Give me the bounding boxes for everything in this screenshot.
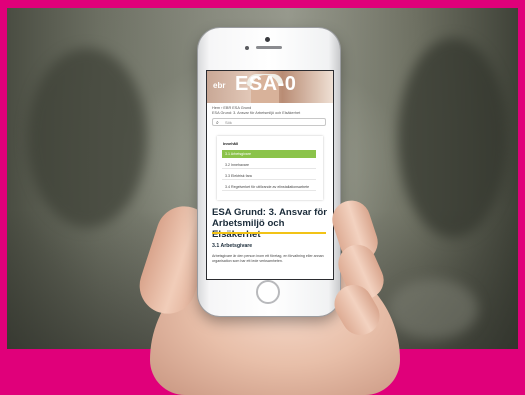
background-blur-left xyxy=(27,48,147,228)
search-input[interactable]: ⌕ Sök xyxy=(212,118,326,126)
toc-item-arbetsgivare[interactable]: 3.1 Arbetsgivare xyxy=(222,150,316,158)
home-button[interactable] xyxy=(256,280,280,304)
site-logo[interactable]: ebr xyxy=(213,81,225,90)
toc-item-elektrisk-fara[interactable]: 3.3 Elektrisk fara xyxy=(222,172,316,180)
toc-item-innehavare[interactable]: 3.2 Innehavare xyxy=(222,161,316,169)
section-heading: 3.1 Arbetsgivare xyxy=(212,243,253,249)
table-of-contents: Innehåll 3.1 Arbetsgivare 3.2 Innehavare… xyxy=(217,136,323,200)
search-placeholder: Sök xyxy=(225,120,232,125)
background-blur-bottom xyxy=(388,279,478,339)
toc-item-regelverket[interactable]: 3.4 Regelverket för utförande av elinsta… xyxy=(222,183,316,191)
sensor-icon xyxy=(245,46,249,50)
body-paragraph: Arbetsgivare är den person inom ett före… xyxy=(212,254,324,263)
phone-screen: ebr ESA-0 Hem › EBR ESA Grund ESA Grund:… xyxy=(206,70,334,280)
background-blur-right xyxy=(398,38,508,238)
smartphone: ebr ESA-0 Hem › EBR ESA Grund ESA Grund:… xyxy=(198,28,340,316)
breadcrumb[interactable]: Hem › EBR ESA Grund ESA Grund: 3. Ansvar… xyxy=(212,106,330,116)
hero-banner: ebr ESA-0 xyxy=(207,71,333,103)
front-camera-icon xyxy=(265,37,270,42)
toc-title: Innehåll xyxy=(223,141,239,146)
page-title: ESA Grund: 3. Ansvar för Arbetsmiljö och… xyxy=(212,207,327,240)
search-icon: ⌕ xyxy=(216,120,219,126)
title-underline xyxy=(212,232,326,234)
hero-title: ESA-0 xyxy=(235,73,297,95)
earpiece xyxy=(256,46,282,49)
